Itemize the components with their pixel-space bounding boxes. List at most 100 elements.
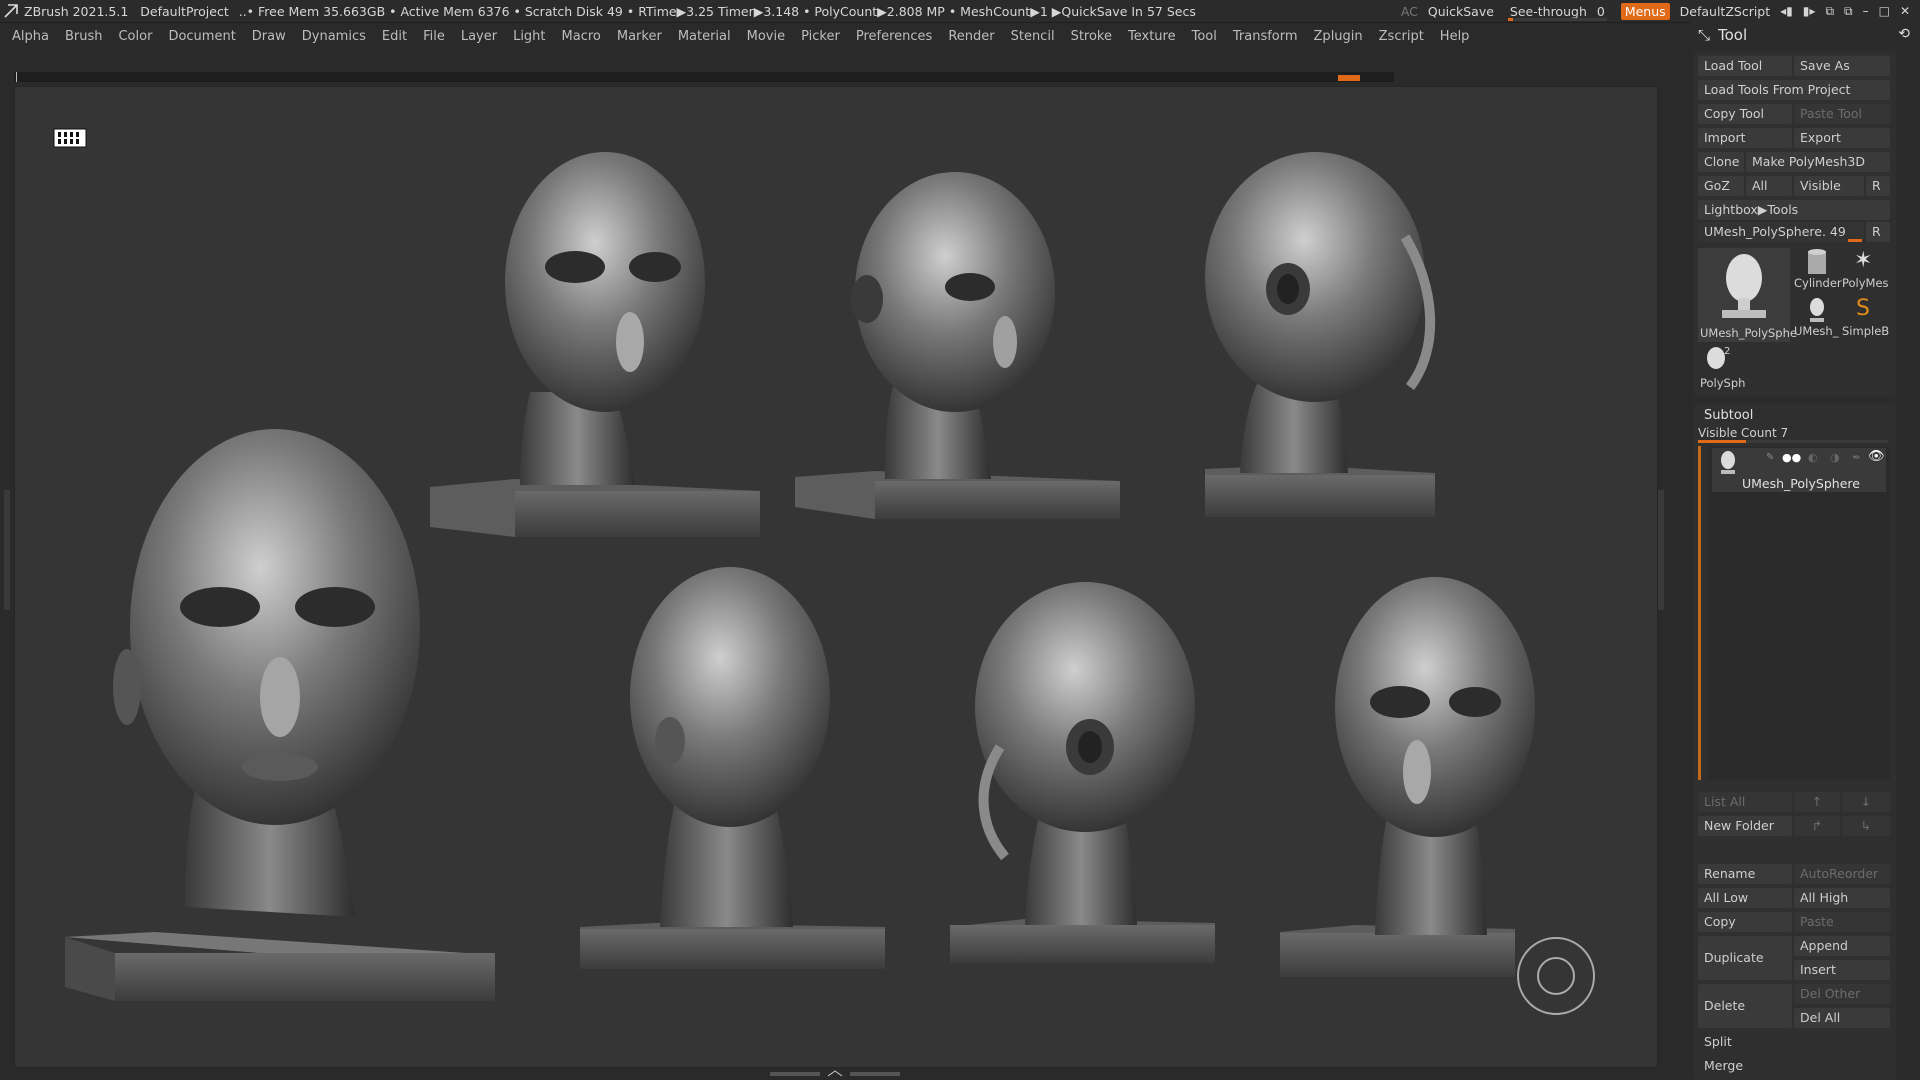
menu-zplugin[interactable]: Zplugin <box>1314 29 1363 44</box>
tool-palette-header[interactable]: ⤡ Tool ⟲ <box>1690 22 1920 48</box>
visible-count-slider[interactable]: Visible Count 7 <box>1698 426 1788 440</box>
goz-button[interactable]: GoZ <box>1698 176 1744 196</box>
menu-movie[interactable]: Movie <box>747 29 785 44</box>
close-icon[interactable]: ✕ <box>1900 4 1910 18</box>
list-all-button[interactable]: List All <box>1698 792 1792 812</box>
current-tool-slider[interactable]: UMesh_PolySphere. 49 <box>1698 222 1864 242</box>
insert-button[interactable]: Insert <box>1794 960 1890 980</box>
menu-marker[interactable]: Marker <box>617 29 662 44</box>
delete-button[interactable]: Delete <box>1698 984 1792 1028</box>
subtool-item[interactable]: ✎ ●● ◐ ◑ ✒ 👁 UMesh_PolySphere <box>1712 448 1886 492</box>
menu-preferences[interactable]: Preferences <box>856 29 932 44</box>
navigation-gizmo-icon[interactable] <box>1515 935 1597 1017</box>
load-tools-from-project-button[interactable]: Load Tools From Project <box>1698 80 1890 100</box>
bottom-tray-handle[interactable] <box>770 1070 900 1078</box>
goz-all-button[interactable]: All <box>1746 176 1792 196</box>
project-name[interactable]: DefaultProject <box>140 4 228 19</box>
menu-color[interactable]: Color <box>118 29 152 44</box>
refresh-icon[interactable]: ⟲ <box>1898 26 1910 42</box>
maximize-icon[interactable]: □ <box>1879 4 1890 18</box>
clone-button[interactable]: Clone <box>1698 152 1744 172</box>
load-tool-button[interactable]: Load Tool <box>1698 56 1792 76</box>
subtool-pen-icon[interactable]: ✒ <box>1852 451 1861 464</box>
subtool-brush-icon[interactable]: ✎ <box>1766 452 1774 463</box>
window-layout-icon[interactable]: ⧉ <box>1825 4 1834 19</box>
goz-r-button[interactable]: R <box>1866 176 1890 196</box>
menu-picker[interactable]: Picker <box>801 29 840 44</box>
rename-button[interactable]: Rename <box>1698 864 1792 884</box>
thumb-polymesh[interactable]: ✶ PolyMes <box>1842 248 1894 292</box>
del-all-button[interactable]: Del All <box>1794 1008 1890 1028</box>
split-section[interactable]: Split <box>1698 1032 1890 1052</box>
right-tray-handle[interactable] <box>1658 490 1664 610</box>
menu-transform[interactable]: Transform <box>1233 29 1298 44</box>
save-as-button[interactable]: Save As <box>1794 56 1890 76</box>
menu-edit[interactable]: Edit <box>382 29 407 44</box>
thumb-polysph[interactable]: 2 PolySph <box>1698 346 1745 392</box>
thumb-cylinder[interactable]: Cylinder <box>1794 248 1842 292</box>
timeline-marker[interactable] <box>1338 75 1360 81</box>
menu-alpha[interactable]: Alpha <box>12 29 49 44</box>
new-folder-button[interactable]: New Folder <box>1698 816 1792 836</box>
menu-stroke[interactable]: Stroke <box>1071 29 1112 44</box>
move-up-arrow-icon[interactable]: ↑ <box>1794 792 1840 812</box>
merge-section[interactable]: Merge <box>1698 1056 1890 1076</box>
all-high-button[interactable]: All High <box>1794 888 1890 908</box>
subtool-eye-icon[interactable]: 👁 <box>1868 449 1885 464</box>
menu-tool[interactable]: Tool <box>1192 29 1217 44</box>
visible-count-track[interactable] <box>1698 440 1888 443</box>
thumb-simpleb[interactable]: S SimpleB <box>1842 296 1894 340</box>
menu-material[interactable]: Material <box>678 29 731 44</box>
menus-toggle-button[interactable]: Menus <box>1620 2 1670 20</box>
all-low-button[interactable]: All Low <box>1698 888 1792 908</box>
export-button[interactable]: Export <box>1794 128 1890 148</box>
make-polymesh3d-button[interactable]: Make PolyMesh3D <box>1746 152 1890 172</box>
del-other-button[interactable]: Del Other <box>1794 984 1890 1004</box>
folder-out-icon[interactable]: ↳ <box>1842 816 1890 836</box>
menu-stencil[interactable]: Stencil <box>1011 29 1055 44</box>
menu-document[interactable]: Document <box>168 29 235 44</box>
tool-pin-icon[interactable]: ⤡ <box>1698 26 1710 44</box>
minimize-icon[interactable]: – <box>1863 4 1869 18</box>
menu-layer[interactable]: Layer <box>461 29 497 44</box>
subtool-mode-icon[interactable]: ◐ <box>1808 451 1818 464</box>
subtool-scrollbar[interactable] <box>1698 446 1701 780</box>
menu-file[interactable]: File <box>423 29 445 44</box>
menu-light[interactable]: Light <box>513 29 545 44</box>
subtool-mode2-icon[interactable]: ◑ <box>1830 451 1840 464</box>
timeline[interactable] <box>14 72 1394 82</box>
quicksave-button[interactable]: QuickSave <box>1428 4 1494 19</box>
move-down-arrow-icon[interactable]: ↓ <box>1842 792 1890 812</box>
autoreorder-button[interactable]: AutoReorder <box>1794 864 1890 884</box>
subtool-polypaint-toggle-icon[interactable]: ●● <box>1782 451 1801 464</box>
paste-tool-button[interactable]: Paste Tool <box>1794 104 1890 124</box>
left-tray-handle[interactable] <box>4 490 10 610</box>
menu-texture[interactable]: Texture <box>1128 29 1176 44</box>
window-restore-layout-icon[interactable]: ⧉ <box>1844 4 1853 19</box>
thumb-umesh-polysphere[interactable]: UMesh_PolySphe <box>1698 248 1797 342</box>
default-zscript-button[interactable]: DefaultZScript <box>1680 4 1771 19</box>
menu-draw[interactable]: Draw <box>252 29 286 44</box>
menu-macro[interactable]: Macro <box>562 29 601 44</box>
folder-move-icon[interactable]: ↱ <box>1794 816 1840 836</box>
import-button[interactable]: Import <box>1698 128 1792 148</box>
copy-subtool-button[interactable]: Copy <box>1698 912 1792 932</box>
menu-render[interactable]: Render <box>948 29 994 44</box>
menu-help[interactable]: Help <box>1440 29 1470 44</box>
current-tool-r-button[interactable]: R <box>1866 222 1890 242</box>
thumb-umesh-small[interactable]: UMesh_ <box>1794 296 1840 340</box>
menu-brush[interactable]: Brush <box>65 29 103 44</box>
collapse-left-icon[interactable]: ◂▮ <box>1780 4 1793 18</box>
append-button[interactable]: Append <box>1794 936 1890 956</box>
duplicate-button[interactable]: Duplicate <box>1698 936 1792 980</box>
subtool-title[interactable]: Subtool <box>1704 408 1753 423</box>
copy-tool-button[interactable]: Copy Tool <box>1698 104 1792 124</box>
menu-dynamics[interactable]: Dynamics <box>302 29 366 44</box>
paste-subtool-button[interactable]: Paste <box>1794 912 1890 932</box>
menu-zscript[interactable]: Zscript <box>1379 29 1424 44</box>
lightbox-tools-button[interactable]: Lightbox▶Tools <box>1698 200 1890 220</box>
seethrough-slider[interactable]: See-through 0 <box>1504 4 1611 21</box>
canvas-viewport[interactable] <box>14 86 1658 1068</box>
collapse-right-icon[interactable]: ▮▸ <box>1803 4 1816 18</box>
goz-visible-button[interactable]: Visible <box>1794 176 1864 196</box>
